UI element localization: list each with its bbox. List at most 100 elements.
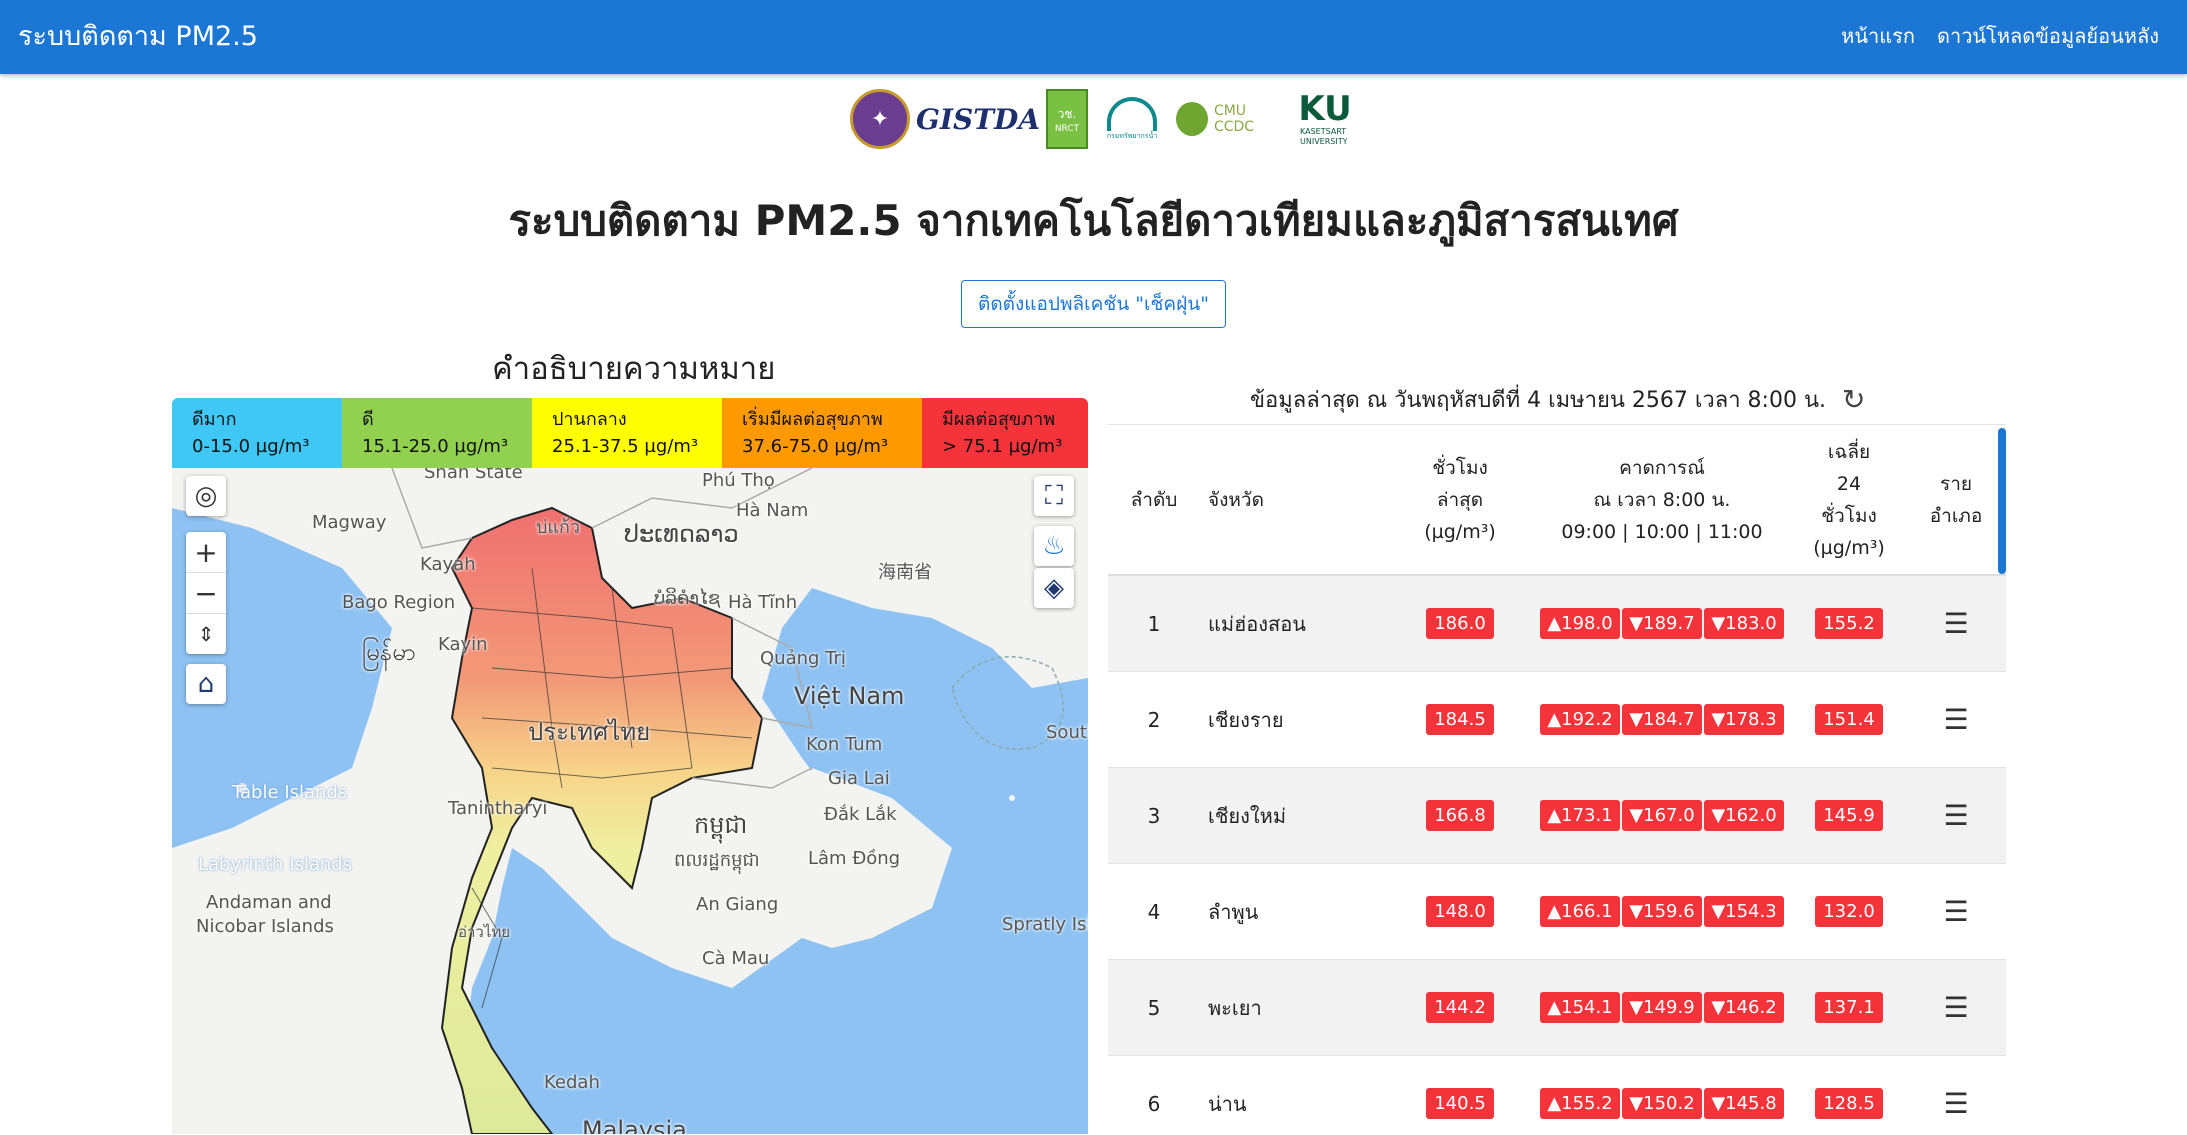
map-label: ពលរដ្ឋកម្ពុជា: [674, 848, 760, 875]
map-label: บ่แก้ว: [536, 512, 580, 541]
layers-button[interactable]: ◈: [1034, 568, 1074, 608]
water-dept-logo: กรมทรัพยากรน้ำ: [1102, 89, 1162, 149]
forecast-badge: ▼159.6: [1622, 896, 1702, 927]
row-province: ลำพูน: [1200, 864, 1389, 960]
map-label: Kon Tum: [806, 734, 882, 755]
map-label: Việt Nam: [794, 682, 904, 710]
map-label: Hà Tĩnh: [728, 592, 797, 613]
cmu-ccdc-logo-text: CMU CCDC: [1214, 103, 1286, 135]
forecast-badge: ▲173.1: [1540, 800, 1620, 831]
row-forecast-cell: ▲173.1▼167.0▼162.0: [1531, 768, 1793, 864]
row-rank: 5: [1108, 960, 1200, 1056]
map-label: Gia Lai: [828, 768, 890, 789]
map-label: Đắk Lắk: [824, 804, 897, 825]
ministry-seal-logo: ✦: [850, 89, 910, 149]
fullscreen-icon: ⛶: [1045, 481, 1063, 512]
row-latest-cell: 166.8: [1389, 768, 1531, 864]
legend-good: ดี 15.1-25.0 µg/m³: [342, 398, 532, 468]
latest-badge: 144.2: [1426, 992, 1494, 1023]
row-rank: 2: [1108, 672, 1200, 768]
header-forecast-line: คาดการณ์: [1532, 452, 1792, 484]
header-rank: ลำดับ: [1108, 425, 1200, 575]
header-district: ราย อำเภอ: [1905, 425, 2006, 575]
zoom-controls: + − ⇕: [186, 532, 226, 654]
nav-download-link[interactable]: ดาวน์โหลดข้อมูลย้อนหลัง: [1937, 20, 2159, 52]
last-updated-text: ข้อมูลล่าสุด ณ วันพฤหัสบดีที่ 4 เมษายน 2…: [1250, 382, 1826, 417]
map-label: မြန်မာ: [362, 636, 416, 672]
row-district-cell: ☰: [1905, 672, 2006, 768]
avg-badge: 151.4: [1815, 704, 1883, 735]
minus-icon: −: [194, 577, 217, 610]
row-forecast-cell: ▲154.1▼149.9▼146.2: [1531, 960, 1793, 1056]
header-avg-line: (µg/m³): [1794, 532, 1904, 564]
table-row[interactable]: 2 เชียงราย 184.5 ▲192.2▼184.7▼178.3 151.…: [1108, 672, 2006, 768]
map-label: An Giang: [696, 894, 778, 915]
table-row[interactable]: 4 ลำพูน 148.0 ▲166.1▼159.6▼154.3 132.0 ☰: [1108, 864, 2006, 960]
legend-unhealthy: มีผลต่อสุขภาพ > 75.1 µg/m³: [922, 398, 1088, 468]
district-list-icon[interactable]: ☰: [1943, 1087, 1968, 1120]
avg-badge: 137.1: [1815, 992, 1883, 1023]
nrct-logo-sub: NRCT: [1055, 124, 1079, 134]
zoom-in-button[interactable]: +: [186, 532, 226, 573]
compass-button[interactable]: ⇕: [186, 614, 226, 654]
district-list-icon[interactable]: ☰: [1943, 991, 1968, 1024]
hotspot-button[interactable]: ♨: [1034, 526, 1074, 566]
row-avg-cell: 137.1: [1793, 960, 1905, 1056]
latest-badge: 184.5: [1426, 704, 1494, 735]
locate-button[interactable]: ◎: [186, 476, 226, 516]
district-list-icon[interactable]: ☰: [1943, 799, 1968, 832]
table-row[interactable]: 1 แม่ฮ่องสอน 186.0 ▲198.0▼189.7▼183.0 15…: [1108, 575, 2006, 672]
header-latest-line: (µg/m³): [1390, 516, 1530, 548]
locate-icon: ◎: [195, 481, 218, 511]
map-label: Quảng Trị: [760, 648, 846, 669]
header-province: จังหวัด: [1200, 425, 1389, 575]
map-label: Malaysia: [582, 1116, 687, 1134]
row-district-cell: ☰: [1905, 960, 2006, 1056]
brand-title[interactable]: ระบบติดตาม PM2.5: [18, 14, 258, 57]
forecast-badge: ▲155.2: [1540, 1088, 1620, 1119]
nav-home-link[interactable]: หน้าแรก: [1841, 20, 1915, 52]
map-label: Kayin: [438, 634, 488, 655]
legend-label: ดีมาก: [192, 406, 342, 433]
pm25-map[interactable]: Shan State Phú Thọ Hà Nam Magway บ่แก้ว …: [172, 468, 1088, 1134]
table-row[interactable]: 6 น่าน 140.5 ▲155.2▼150.2▼145.8 128.5 ☰: [1108, 1056, 2006, 1135]
row-rank: 3: [1108, 768, 1200, 864]
row-forecast-cell: ▲155.2▼150.2▼145.8: [1531, 1056, 1793, 1135]
map-label: Nicobar Islands: [196, 916, 334, 937]
avg-badge: 155.2: [1815, 608, 1883, 639]
plus-icon: +: [194, 536, 217, 569]
header-avg-line: เฉลี่ย: [1794, 436, 1904, 468]
row-avg-cell: 151.4: [1793, 672, 1905, 768]
page-title: ระบบติดตาม PM2.5 จากเทคโนโลยีดาวเทียมและ…: [0, 188, 2187, 254]
ranking-table: ลำดับ จังหวัด ชั่วโมง ล่าสุด (µg/m³) คาด…: [1108, 425, 2006, 1135]
water-dept-arch-icon: [1107, 97, 1157, 131]
row-rank: 6: [1108, 1056, 1200, 1135]
avg-badge: 145.9: [1815, 800, 1883, 831]
row-province: พะเยา: [1200, 960, 1389, 1056]
row-province: แม่ฮ่องสอน: [1200, 575, 1389, 672]
layers-icon: ◈: [1044, 573, 1064, 603]
forecast-badge: ▼149.9: [1622, 992, 1702, 1023]
district-list-icon[interactable]: ☰: [1943, 607, 1968, 640]
nrct-logo-text: วช.: [1058, 105, 1077, 124]
header-district-line: อำเภอ: [1906, 500, 2006, 532]
home-extent-button[interactable]: ⌂: [186, 664, 226, 704]
table-header-row: ลำดับ จังหวัด ชั่วโมง ล่าสุด (µg/m³) คาด…: [1108, 425, 2006, 575]
row-forecast-cell: ▲166.1▼159.6▼154.3: [1531, 864, 1793, 960]
install-app-button[interactable]: ติดตั้งแอปพลิเคชัน "เช็คฝุ่น": [961, 280, 1226, 328]
table-row[interactable]: 3 เชียงใหม่ 166.8 ▲173.1▼167.0▼162.0 145…: [1108, 768, 2006, 864]
latest-badge: 148.0: [1426, 896, 1494, 927]
row-forecast-cell: ▲198.0▼189.7▼183.0: [1531, 575, 1793, 672]
legend-title: คำอธิบายความหมาย: [492, 343, 775, 393]
district-list-icon[interactable]: ☰: [1943, 703, 1968, 736]
map-label: ບໍລິຄໍາໄຊ: [654, 588, 720, 609]
zoom-out-button[interactable]: −: [186, 573, 226, 614]
nav-links: หน้าแรก ดาวน์โหลดข้อมูลย้อนหลัง: [1841, 20, 2159, 52]
forecast-badge: ▲192.2: [1540, 704, 1620, 735]
latest-badge: 140.5: [1426, 1088, 1494, 1119]
district-list-icon[interactable]: ☰: [1943, 895, 1968, 928]
refresh-icon[interactable]: ↻: [1842, 383, 1865, 416]
table-row[interactable]: 5 พะเยา 144.2 ▲154.1▼149.9▼146.2 137.1 ☰: [1108, 960, 2006, 1056]
fullscreen-button[interactable]: ⛶: [1034, 476, 1074, 516]
legend-label: ปานกลาง: [552, 406, 722, 433]
